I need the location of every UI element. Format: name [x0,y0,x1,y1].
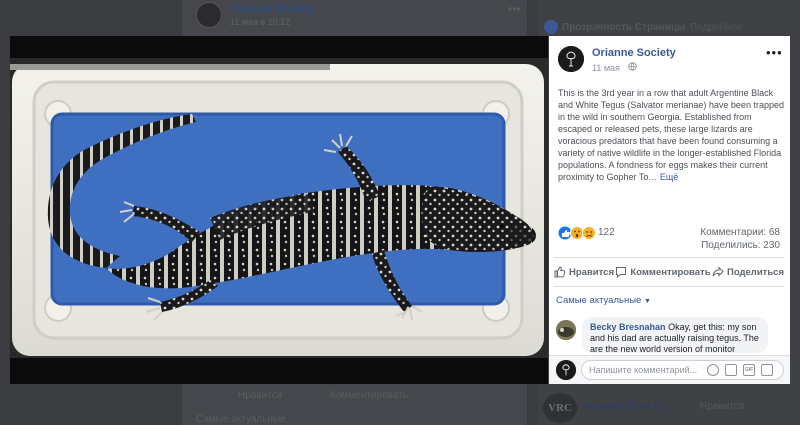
background-post-date: 11 мая в 20:12 [230,17,291,27]
caret-down-icon: ▼ [643,298,651,305]
page-avatar[interactable] [558,46,584,72]
background-right-title: Прозрачность Страницы [562,22,686,33]
background-like-button: Нравится [238,390,283,401]
comments-count[interactable]: Комментарии: 68 [700,227,780,238]
post-text-body: This is the 3rd year in a row that adult… [558,88,784,182]
post-date[interactable]: 11 мая [592,63,620,73]
share-label: Поделиться [726,266,784,278]
thumbs-up-icon [554,266,566,278]
background-right-link: Подробнее [690,22,742,33]
sticker-icon[interactable] [761,364,773,376]
composer-icons: GIF [707,364,773,376]
share-button[interactable]: Поделиться [712,262,784,282]
suggested-page-logo: VRC [543,393,577,423]
shares-count[interactable]: Поделились: 230 [701,240,780,251]
divider [554,286,784,287]
composer-avatar [556,360,576,380]
background-sort-label: Самые актуальные [196,414,286,425]
divider [554,257,784,258]
gif-icon[interactable]: GIF [743,364,755,376]
comment-icon [616,267,627,278]
background-post-author: Orianne Society [230,3,314,15]
globe-icon [628,62,637,73]
comment-author[interactable]: Becky Bresnahan [590,322,666,332]
comment-label: Комментировать [630,266,711,278]
tegu-photo [10,36,548,384]
share-icon [712,266,724,277]
camera-icon[interactable] [725,364,737,376]
like-label: Нравится [569,266,614,278]
post-text: This is the 3rd year in a row that adult… [558,87,784,183]
reactions-count[interactable]: 122 [598,227,615,238]
suggested-page-name: Vermont River C... [583,401,670,412]
orianne-logo-icon [558,46,584,72]
see-more-link[interactable]: Ещё [660,172,678,182]
post-actions: Нравится Комментировать Поделиться [554,262,784,282]
comments-sort-dropdown[interactable]: Самые актуальные ▼ [556,295,651,306]
photo-viewer[interactable] [10,36,548,384]
comment-composer: Напишите комментарий... GIF [549,355,790,384]
sad-reaction-icon [582,226,596,240]
facebook-icon [544,20,558,34]
suggested-page-like: Нравится [700,401,745,412]
background-more-icon: ••• [508,2,521,16]
comment-bubble: Becky Bresnahan Okay, get this: my son a… [582,317,768,353]
like-button[interactable]: Нравится [554,262,614,282]
commenter-avatar[interactable] [556,320,576,340]
more-options-icon[interactable]: ••• [766,45,783,60]
post-author-name[interactable]: Orianne Society [592,47,676,59]
sort-label: Самые актуальные [556,295,642,306]
comment-button[interactable]: Комментировать [615,262,711,282]
comment-item: Becky Bresnahan Okay, get this: my son a… [554,317,784,355]
background-avatar [196,2,222,28]
background-comment-button: Комментировать [330,390,408,401]
post-side-panel: Orianne Society 11 мая ••• This is the 3… [549,36,790,384]
wow-reaction-icon [570,226,584,240]
emoji-icon[interactable] [707,364,719,376]
